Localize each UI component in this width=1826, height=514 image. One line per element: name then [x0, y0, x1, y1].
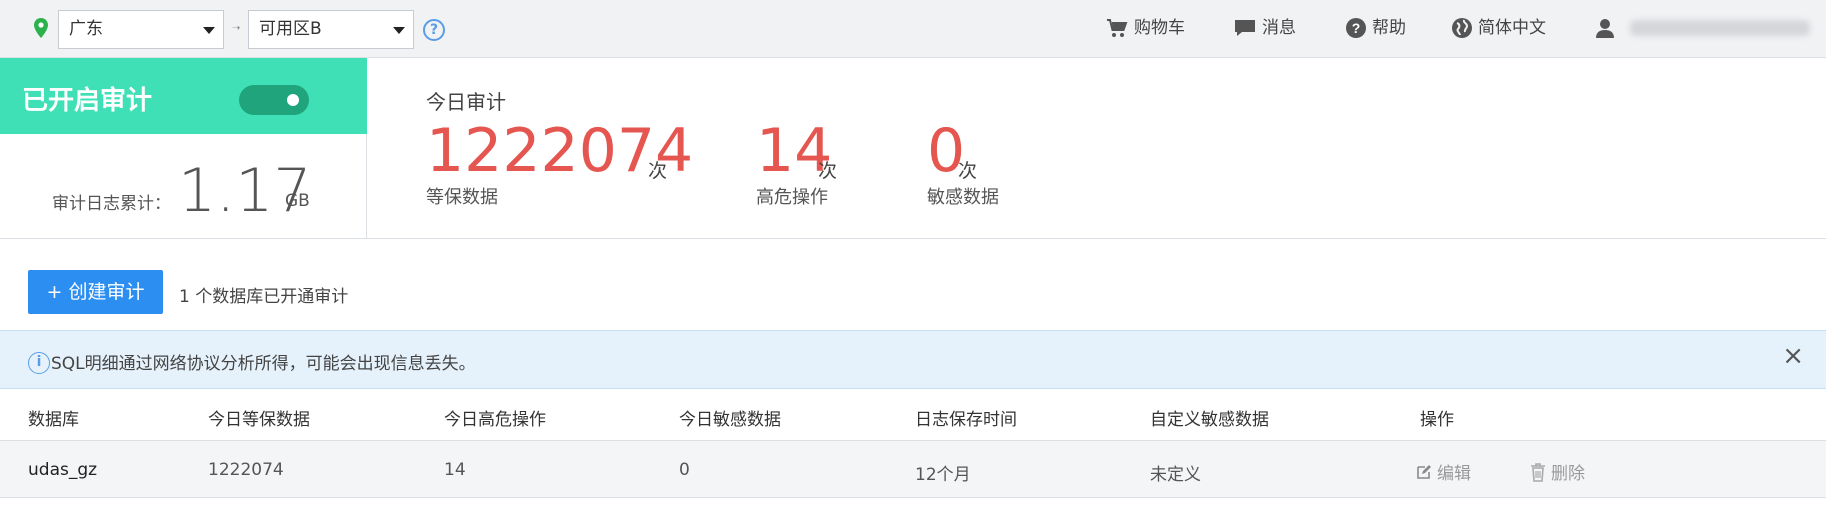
nav-cart-label: 购物车 — [1134, 18, 1185, 38]
cell-today-high-risk: 14 — [444, 460, 466, 480]
info-text: SQL明细通过网络协议分析所得，可能会出现信息丢失。 — [51, 354, 476, 374]
stat-high-risk-unit: 次 — [818, 160, 838, 182]
edit-label: 编辑 — [1437, 464, 1471, 484]
nav-messages[interactable]: 消息 — [1234, 14, 1296, 42]
cell-today-level: 1222074 — [208, 460, 284, 480]
arrow-right-icon: ➝ — [232, 23, 241, 34]
help-icon: ? — [1346, 18, 1366, 38]
message-icon — [1235, 20, 1255, 36]
create-audit-button[interactable]: + 创建审计 — [28, 270, 163, 314]
edit-button[interactable]: 编辑 — [1416, 459, 1471, 484]
stat-high-risk-label: 高危操作 — [756, 187, 828, 208]
nav-language-label: 简体中文 — [1478, 18, 1546, 38]
audit-status-title: 已开启审计 — [22, 86, 153, 116]
header-today-sensitive: 今日敏感数据 — [679, 410, 781, 430]
cell-today-sensitive: 0 — [679, 460, 690, 480]
header-database: 数据库 — [28, 410, 79, 430]
stat-level-label: 等保数据 — [426, 187, 498, 208]
log-total-label: 审计日志累计： — [52, 194, 171, 214]
nav-language[interactable]: 简体中文 — [1452, 14, 1546, 42]
info-banner: i SQL明细通过网络协议分析所得，可能会出现信息丢失。 × — [0, 330, 1826, 389]
stat-sensitive-label: 敏感数据 — [927, 187, 999, 208]
globe-icon — [1452, 18, 1472, 38]
edit-icon — [1417, 464, 1431, 479]
trash-icon — [1531, 462, 1545, 482]
section-divider — [0, 238, 1826, 239]
region-select[interactable]: 广东 — [58, 10, 224, 49]
stat-level-unit: 次 — [648, 160, 668, 182]
db-count-text: 1 个数据库已开通审计 — [179, 287, 349, 307]
stat-sensitive-unit: 次 — [958, 160, 978, 182]
nav-help-label: 帮助 — [1372, 18, 1406, 38]
nav-cart[interactable]: 购物车 — [1106, 14, 1185, 42]
user-account-blurred — [1630, 20, 1810, 36]
toggle-knob — [287, 94, 299, 106]
location-pin-icon — [34, 18, 48, 38]
header-custom-sensitive: 自定义敏感数据 — [1150, 410, 1269, 430]
close-icon[interactable]: × — [1782, 341, 1804, 371]
audit-toggle[interactable] — [239, 85, 309, 115]
today-audit-title: 今日审计 — [426, 90, 506, 114]
log-total-unit: GB — [285, 191, 310, 211]
zone-select[interactable]: 可用区B — [248, 10, 414, 49]
user-icon — [1596, 19, 1614, 38]
svg-text:?: ? — [1352, 20, 1361, 36]
delete-button[interactable]: 删除 — [1530, 459, 1585, 484]
chevron-down-icon — [203, 27, 215, 34]
region-select-value: 广东 — [69, 19, 103, 39]
top-bar: 广东 ➝ 可用区B ? 购物车 消息 ? 帮助 简体中文 — [0, 0, 1826, 58]
nav-messages-label: 消息 — [1262, 18, 1296, 38]
audit-status-panel: 已开启审计 审计日志累计： 1.17 GB — [0, 58, 367, 239]
table-header: 数据库 今日等保数据 今日高危操作 今日敏感数据 日志保存时间 自定义敏感数据 … — [0, 389, 1826, 441]
table-row: udas_gz 1222074 14 0 12个月 未定义 编辑 删除 — [0, 441, 1826, 498]
header-actions: 操作 — [1420, 410, 1454, 430]
header-today-high-risk: 今日高危操作 — [444, 410, 546, 430]
cell-database: udas_gz — [28, 460, 98, 480]
delete-label: 删除 — [1551, 464, 1585, 484]
nav-help[interactable]: ? 帮助 — [1346, 14, 1406, 42]
cell-custom-sensitive: 未定义 — [1150, 465, 1201, 485]
cart-icon — [1107, 19, 1128, 37]
header-retention: 日志保存时间 — [915, 410, 1017, 430]
chevron-down-icon — [393, 27, 405, 34]
info-icon: i — [28, 352, 50, 374]
nav-user[interactable] — [1596, 14, 1810, 42]
zone-select-value: 可用区B — [259, 19, 322, 39]
help-question-icon[interactable]: ? — [423, 19, 445, 41]
audit-status-header: 已开启审计 — [0, 58, 367, 134]
cell-retention: 12个月 — [915, 465, 971, 485]
header-today-level: 今日等保数据 — [208, 410, 310, 430]
